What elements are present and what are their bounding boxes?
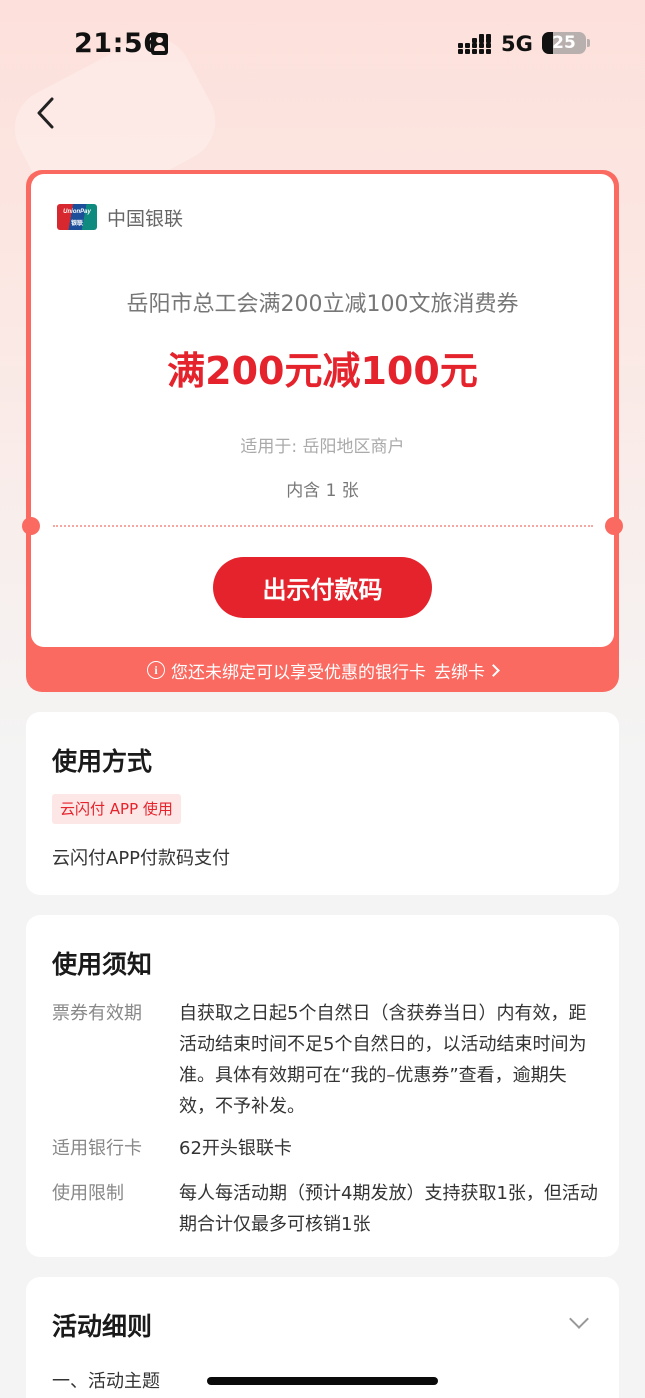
chevron-down-icon[interactable] <box>569 1309 589 1329</box>
unionpay-logo-icon: UnionPay 银联 <box>57 204 97 230</box>
left-notch <box>22 517 40 535</box>
notice-label: 适用银行卡 <box>52 1138 142 1159</box>
bind-tip-text: 您还未绑定可以享受优惠的银行卡 <box>171 662 426 683</box>
coupon-body: UnionPay 银联 中国银联 岳阳市总工会满200立减100文旅消费券 满2… <box>22 174 623 647</box>
coupon-count: 内含 1 张 <box>286 481 359 501</box>
coupon-scope: 适用于: 岳阳地区商户 <box>240 437 405 457</box>
notice-label: 票券有效期 <box>52 1003 142 1024</box>
battery-level: 25 <box>552 33 576 53</box>
home-indicator <box>207 1377 438 1385</box>
logo-text: UnionPay <box>63 209 91 215</box>
right-notch <box>605 517 623 535</box>
chevron-right-icon <box>487 663 500 677</box>
notice-label: 使用限制 <box>52 1183 124 1204</box>
coupon-title: 岳阳市总工会满200立减100文旅消费券 <box>126 292 519 317</box>
network-type: 5G <box>501 32 533 56</box>
activity-rules-title: 活动细则 <box>52 1312 153 1341</box>
show-payment-code-button[interactable]: 出示付款码 <box>213 557 432 618</box>
method-description: 云闪付APP付款码支付 <box>52 848 231 869</box>
logo-subtext: 银联 <box>70 220 83 227</box>
bind-card-link-label: 去绑卡 <box>434 662 485 683</box>
method-tag: 云闪付 APP 使用 <box>52 794 181 824</box>
coupon-card: UnionPay 银联 中国银联 岳阳市总工会满200立减100文旅消费券 满2… <box>22 170 623 692</box>
battery-tip <box>587 39 590 47</box>
bind-card-link[interactable]: 去绑卡 <box>434 658 500 683</box>
usage-method-section: 使用方式 云闪付 APP 使用 云闪付APP付款码支付 <box>26 712 619 895</box>
status-bar: 21:56 5G 25 <box>0 0 645 90</box>
perforation-divider <box>53 525 593 527</box>
usage-method-title: 使用方式 <box>52 747 153 776</box>
notice-value: 每人每活动期（预计4期发放）支持获取1张，但活动期合计仅最多可核销1张 <box>179 1183 598 1235</box>
usage-notice-section: 使用须知 票券有效期 自获取之日起5个自然日（含获券当日）内有效，距活动结束时间… <box>26 915 619 1257</box>
id-card-icon <box>151 33 168 55</box>
back-arrow-icon[interactable] <box>26 88 70 138</box>
status-time: 21:56 <box>74 28 163 59</box>
brand-name: 中国银联 <box>107 208 184 230</box>
coupon-amount: 满200元减100元 <box>167 349 478 393</box>
notice-value: 自获取之日起5个自然日（含获券当日）内有效，距活动结束时间不足5个自然日的，以活… <box>179 1003 587 1117</box>
usage-notice-title: 使用须知 <box>52 950 153 979</box>
notice-value: 62开头银联卡 <box>179 1138 292 1159</box>
rules-first-item: 一、活动主题 <box>52 1371 160 1392</box>
battery-icon: 25 <box>542 32 586 54</box>
bind-card-tip: i 您还未绑定可以享受优惠的银行卡 去绑卡 <box>26 654 619 686</box>
signal-icon <box>458 34 492 54</box>
info-icon: i <box>147 661 165 679</box>
